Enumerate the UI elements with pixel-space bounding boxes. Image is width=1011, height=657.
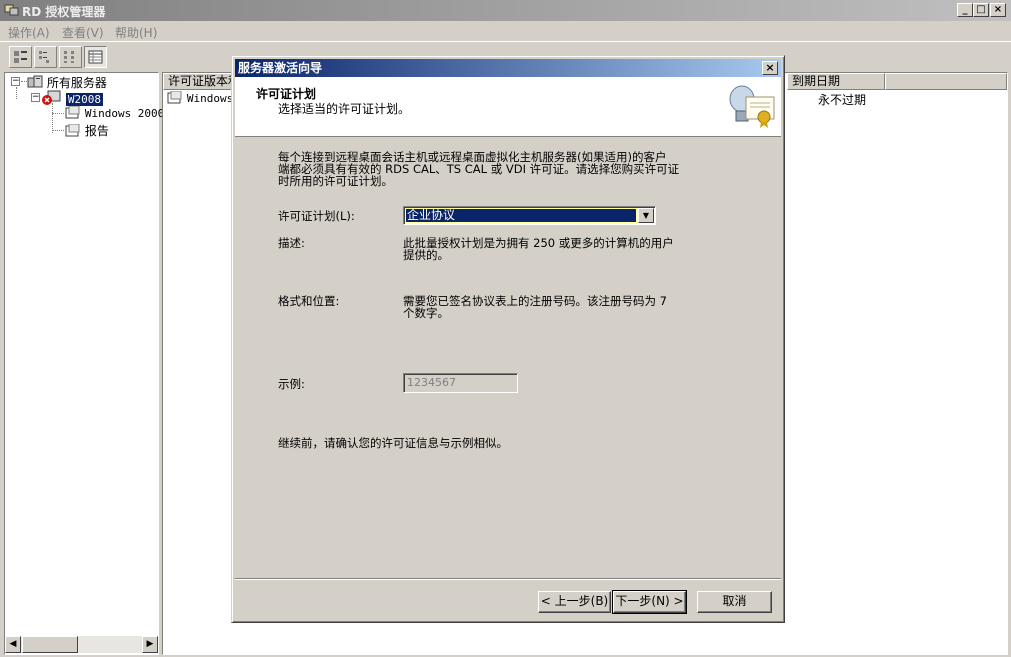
description-text-line-2: 提供的。: [403, 248, 449, 262]
dialog-close-button[interactable]: ×: [762, 61, 778, 75]
intro-text-line-3: 时所用的许可证计划。: [278, 174, 393, 188]
license-plan-select[interactable]: 企业协议 ▼: [403, 206, 656, 225]
tree-node-reports[interactable]: 报告: [65, 122, 109, 139]
small-icons-icon: [39, 51, 49, 63]
license-pack-icon: [65, 105, 80, 119]
format-text-line-2: 个数字。: [403, 306, 449, 320]
tree-label-windows-2000: Windows 2000: [84, 107, 165, 120]
back-button[interactable]: < 上一步(B): [538, 591, 611, 613]
license-certificate-icon: [729, 85, 775, 128]
column-header-filler: [885, 73, 1007, 90]
server-group-icon: [27, 75, 43, 88]
next-button[interactable]: 下一步(N) >: [612, 590, 687, 614]
report-icon: [65, 123, 80, 137]
cancel-button[interactable]: 取消: [697, 591, 772, 613]
window-title: RD 授权管理器: [22, 5, 106, 19]
format-label: 格式和位置:: [278, 294, 340, 308]
tree-node-server[interactable]: W2008: [42, 90, 103, 106]
collapse-all-servers-toggle[interactable]: −: [11, 77, 20, 86]
maximize-button[interactable]: □: [973, 3, 989, 17]
wizard-body: 每个连接到远程桌面会话主机或远程桌面虚拟化主机服务器(如果适用)的客户 端都必须…: [235, 139, 781, 579]
column-header-expiry-date[interactable]: 到期日期: [787, 73, 885, 90]
collapse-server-toggle[interactable]: −: [31, 93, 40, 102]
dialog-title-bar[interactable]: 服务器激活向导 ×: [235, 59, 781, 77]
scroll-right-button[interactable]: ▶: [142, 636, 158, 653]
wizard-page-subtitle: 选择适当的许可证计划。: [278, 102, 411, 116]
activation-wizard-dialog: 服务器激活向导 × 许可证计划 选择适当的许可证计划。 每个连接到远程桌面会话主…: [231, 55, 785, 623]
tree-label-all-servers: 所有服务器: [46, 76, 107, 90]
large-icons-icon: [14, 51, 27, 63]
rd-licensing-app-icon: [4, 4, 19, 16]
list-icon: [64, 51, 74, 63]
license-plan-label: 许可证计划(L):: [278, 209, 355, 223]
menu-help[interactable]: 帮助(H): [115, 24, 157, 41]
menu-view[interactable]: 查看(V): [62, 24, 104, 41]
wizard-header: 许可证计划 选择适当的许可证计划。: [235, 77, 781, 137]
tree-horizontal-scrollbar[interactable]: ◀ ▶: [5, 636, 158, 653]
tree-label-server: W2008: [65, 93, 103, 106]
server-error-icon: [42, 90, 61, 105]
details-view-button[interactable]: [84, 46, 107, 68]
example-field: 1234567: [403, 373, 518, 393]
example-label: 示例:: [278, 377, 305, 391]
table-row[interactable]: Windows: [167, 90, 234, 105]
license-pack-icon: [167, 90, 182, 104]
scroll-thumb[interactable]: [22, 636, 78, 653]
close-button[interactable]: ×: [990, 3, 1006, 17]
footer-separator: [235, 578, 781, 580]
row-expiry-date: 永不过期: [818, 93, 867, 107]
dropdown-arrow-icon[interactable]: ▼: [638, 208, 654, 223]
menu-action[interactable]: 操作(A): [8, 24, 50, 41]
tree-node-windows-2000[interactable]: Windows 2000: [65, 105, 165, 120]
row-license-name: Windows: [186, 92, 234, 105]
menu-bar: 操作(A) 查看(V) 帮助(H): [0, 21, 1011, 41]
large-icons-view-button[interactable]: [9, 46, 32, 68]
license-plan-selected-value: 企业协议: [405, 208, 637, 223]
tree-node-all-servers[interactable]: 所有服务器: [27, 74, 107, 91]
details-icon: [88, 50, 103, 64]
column-header-license-version[interactable]: 许可证版本和类型: [163, 73, 233, 90]
description-label: 描述:: [278, 236, 305, 250]
minimize-button[interactable]: _: [957, 3, 973, 17]
small-icons-view-button[interactable]: [34, 46, 57, 68]
scroll-left-button[interactable]: ◀: [5, 636, 21, 653]
server-tree[interactable]: − 所有服务器 − W2008 Windows 2000 报告: [4, 72, 164, 655]
window-title-bar[interactable]: RD 授权管理器 _ □ ×: [0, 0, 1011, 21]
tree-label-reports: 报告: [84, 124, 109, 138]
dialog-title: 服务器激活向导: [238, 61, 323, 75]
list-view-button[interactable]: [59, 46, 82, 68]
confirm-text: 继续前，请确认您的许可证信息与示例相似。: [278, 436, 508, 450]
